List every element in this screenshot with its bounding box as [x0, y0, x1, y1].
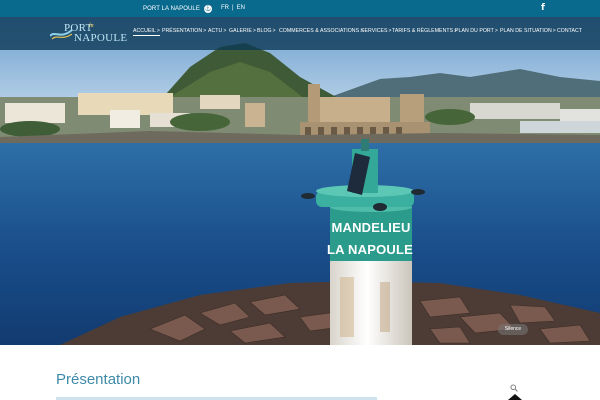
nav-item-plan-de-situation[interactable]: PLAN DE SITUATION>: [500, 28, 556, 34]
language-en-link[interactable]: EN: [237, 5, 245, 11]
language-fr-link[interactable]: FR: [221, 5, 229, 11]
hero-scene: [0, 17, 600, 345]
section-title: Présentation: [56, 371, 141, 388]
site-logo[interactable]: PORT la NAPOULE: [50, 22, 130, 46]
nav-item-contact[interactable]: CONTACT: [557, 28, 583, 34]
lighthouse-label-line1: MANDELIEU: [331, 220, 411, 235]
page: PORT LA NAPOULE ⚓ FR | EN f MANDELIEU LA…: [0, 0, 600, 400]
nav-item-commerces[interactable]: COMMERCES & ASSOCIATIONS>: [279, 28, 363, 34]
language-switcher: FR | EN: [221, 5, 245, 11]
logo-word-napoule: NAPOULE: [74, 32, 128, 44]
logo-word-la: la: [89, 23, 94, 29]
nav-item-actu[interactable]: ACTU>: [208, 28, 226, 34]
top-bar: PORT LA NAPOULE ⚓ FR | EN f: [0, 0, 600, 17]
search-icon[interactable]: [510, 384, 518, 392]
nav-item-presentation[interactable]: PRÉSENTATION>: [162, 28, 206, 34]
scroll-up-icon[interactable]: [505, 394, 525, 400]
language-separator: |: [232, 5, 234, 11]
nav-item-plan-du-port[interactable]: PLAN DU PORT>: [455, 28, 498, 34]
nav-item-accueil[interactable]: ACCUEIL>: [133, 28, 160, 36]
silence-button[interactable]: Silence: [498, 324, 528, 335]
hero-video: MANDELIEU LA NAPOULE: [0, 17, 600, 345]
nav-item-blog[interactable]: BLOG>: [257, 28, 276, 34]
nav-item-tarifs[interactable]: TARIFS & RÈGLEMENTS>: [392, 28, 457, 34]
lighthouse-label-line2: LA NAPOULE: [326, 242, 414, 257]
top-bar-brand[interactable]: PORT LA NAPOULE ⚓: [143, 5, 212, 13]
nav-item-galerie[interactable]: GALERIE>: [229, 28, 256, 34]
nav-item-services[interactable]: SERVICES>: [361, 28, 392, 34]
top-bar-site-name: PORT LA NAPOULE: [143, 6, 200, 12]
anchor-icon: ⚓: [203, 5, 212, 13]
facebook-icon[interactable]: f: [541, 3, 549, 14]
